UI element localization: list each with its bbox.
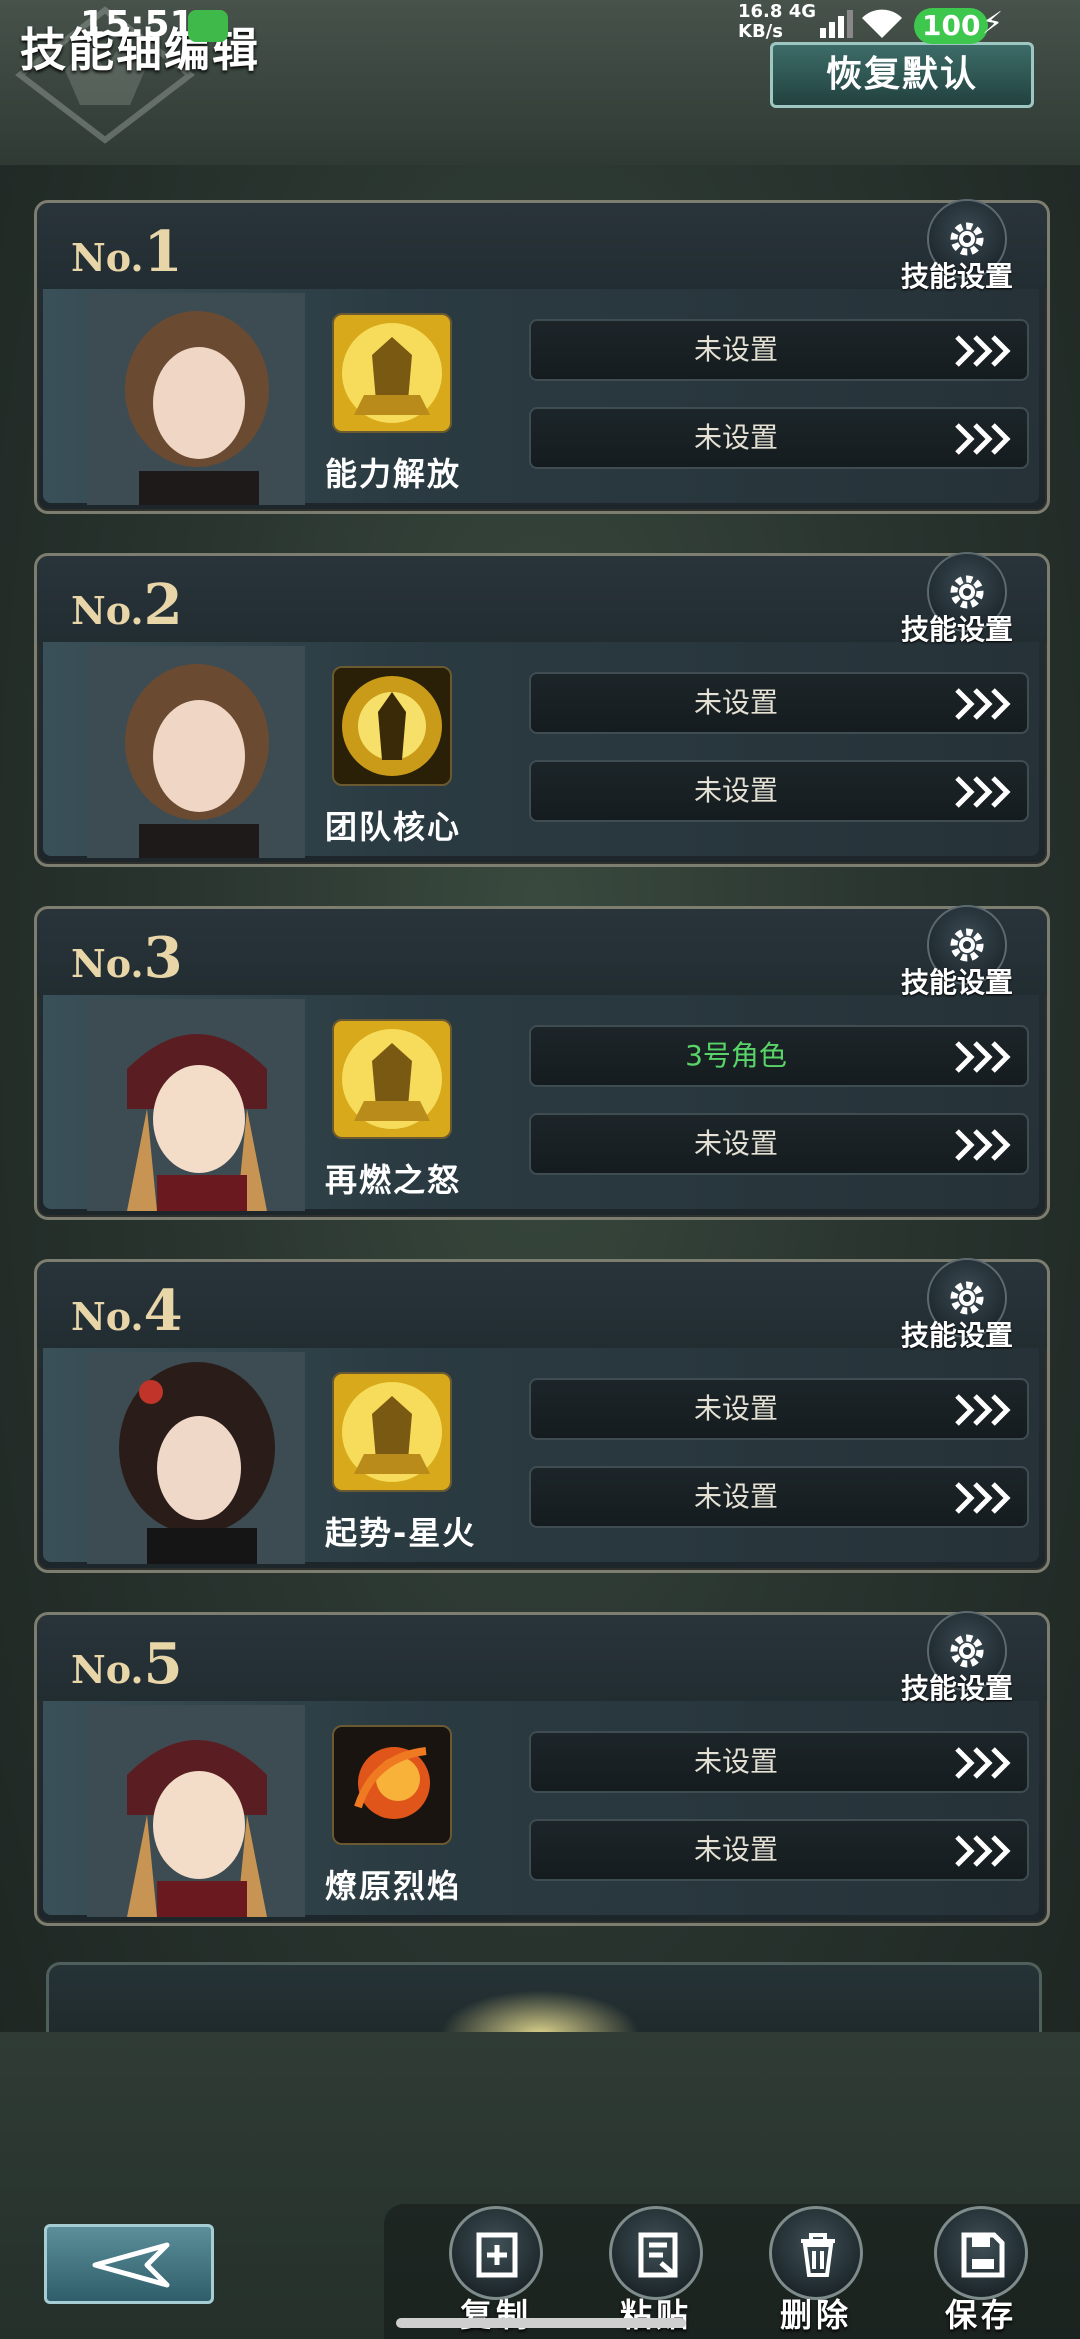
- triple-chevron-icon: [955, 1129, 1011, 1161]
- slot-1[interactable]: 未设置: [529, 319, 1029, 381]
- copy-circle: [449, 2206, 543, 2300]
- save-circle: [934, 2206, 1028, 2300]
- slot-value: 未设置: [693, 1745, 778, 1778]
- card-header: [37, 909, 1047, 995]
- card-header: [37, 1262, 1047, 1348]
- card-header: [37, 556, 1047, 642]
- slot-2[interactable]: 未设置: [529, 407, 1029, 469]
- slot-value: 未设置: [693, 1392, 778, 1425]
- card-header: [37, 1615, 1047, 1701]
- slot-1[interactable]: 未设置: [529, 672, 1029, 734]
- slot-value: 未设置: [693, 686, 778, 719]
- triple-chevron-icon: [955, 776, 1011, 808]
- skill-name: 起势-星火: [325, 1514, 477, 1552]
- slot-value: 未设置: [693, 1127, 778, 1160]
- character-portrait[interactable]: [87, 999, 305, 1211]
- trash-icon: [801, 2233, 835, 2277]
- cell-signal-icon: [820, 10, 853, 38]
- save-label: 保存: [944, 2296, 1017, 2334]
- slot-1[interactable]: 3号角色: [529, 1025, 1029, 1087]
- card-number: No.3: [71, 925, 183, 991]
- back-button[interactable]: [44, 2224, 214, 2304]
- skill-settings-label[interactable]: 技能设置: [901, 1667, 1013, 1707]
- slot-2[interactable]: 未设置: [529, 1819, 1029, 1881]
- slot-2[interactable]: 未设置: [529, 760, 1029, 822]
- golden-warrior-icon[interactable]: [332, 1372, 452, 1492]
- slot-value: 未设置: [693, 333, 778, 366]
- slot-2[interactable]: 未设置: [529, 1113, 1029, 1175]
- skill-card-1: No.1 技能设置 能力解放 未设置 未设置: [34, 199, 1050, 514]
- net-speed-unit: KB/s: [738, 21, 783, 42]
- triple-chevron-icon: [955, 1394, 1011, 1426]
- paste-icon: [638, 2232, 678, 2278]
- charging-icon: ⚡: [982, 6, 1004, 41]
- skill-name: 再燃之怒: [325, 1161, 462, 1199]
- delete-label: 删除: [779, 2296, 852, 2334]
- skill-card-2: No.2 技能设置 团队核心 未设置 未设置: [34, 552, 1050, 867]
- restore-default-button[interactable]: 恢复默认: [770, 42, 1034, 108]
- triple-chevron-icon: [955, 1747, 1011, 1779]
- character-portrait[interactable]: [87, 1352, 305, 1564]
- battery-indicator: 100: [914, 8, 989, 44]
- glow-decoration: [440, 1990, 640, 2034]
- home-indicator[interactable]: [396, 2318, 686, 2328]
- net-type: 4G: [788, 1, 817, 22]
- skill-card-3: No.3 技能设置 再燃之怒 3号角色 未设置: [34, 905, 1050, 1220]
- card-number: No.1: [71, 219, 183, 285]
- triple-chevron-icon: [955, 423, 1011, 455]
- network-speed: 16.8 4G KB/s: [738, 2, 816, 42]
- golden-aura-icon[interactable]: [332, 666, 452, 786]
- slot-value: 未设置: [693, 1833, 778, 1866]
- slot-value: 未设置: [693, 1480, 778, 1513]
- triple-chevron-icon: [955, 1041, 1011, 1073]
- triple-chevron-icon: [955, 335, 1011, 367]
- save-button[interactable]: 保存: [926, 2206, 1036, 2336]
- fireball-icon[interactable]: [332, 1725, 452, 1845]
- skill-name: 能力解放: [325, 455, 462, 493]
- skill-settings-label[interactable]: 技能设置: [901, 608, 1013, 648]
- slot-1[interactable]: 未设置: [529, 1378, 1029, 1440]
- copy-icon: [476, 2232, 518, 2278]
- skill-name: 团队核心: [325, 808, 462, 846]
- skill-card-5: No.5 技能设置 燎原烈焰 未设置 未设置: [34, 1611, 1050, 1926]
- golden-warrior-icon[interactable]: [332, 1019, 452, 1139]
- copy-button[interactable]: 复制: [441, 2206, 551, 2336]
- slot-2[interactable]: 未设置: [529, 1466, 1029, 1528]
- paste-circle: [609, 2206, 703, 2300]
- skill-settings-label[interactable]: 技能设置: [901, 961, 1013, 1001]
- delete-circle: [769, 2206, 863, 2300]
- character-portrait[interactable]: [87, 646, 305, 858]
- character-portrait[interactable]: [87, 293, 305, 505]
- delete-button[interactable]: 删除: [761, 2206, 871, 2336]
- status-bar: 15:51 16.8 4G KB/s 100 ⚡: [0, 0, 1080, 50]
- card-header: [37, 203, 1047, 289]
- card-number: No.4: [71, 1278, 183, 1344]
- save-icon: [961, 2232, 1005, 2278]
- copy-label: 复制: [459, 2296, 532, 2334]
- skill-name: 燎原烈焰: [325, 1867, 462, 1905]
- paste-button[interactable]: 粘贴: [601, 2206, 711, 2336]
- card-number: No.5: [71, 1631, 183, 1697]
- golden-warrior-icon[interactable]: [332, 313, 452, 433]
- triple-chevron-icon: [955, 688, 1011, 720]
- character-portrait[interactable]: [87, 1705, 305, 1917]
- slot-value: 未设置: [693, 774, 778, 807]
- wifi-icon: [862, 9, 902, 38]
- skill-settings-label[interactable]: 技能设置: [901, 255, 1013, 295]
- wechat-notification-icon: [188, 10, 228, 42]
- slot-value: 未设置: [693, 421, 778, 454]
- slot-value: 3号角色: [685, 1039, 787, 1072]
- back-arrow-icon: [92, 2242, 170, 2288]
- slot-1[interactable]: 未设置: [529, 1731, 1029, 1793]
- skill-settings-label[interactable]: 技能设置: [901, 1314, 1013, 1354]
- card-number: No.2: [71, 572, 183, 638]
- paste-label: 粘贴: [619, 2296, 692, 2334]
- skill-card-4: No.4 技能设置 起势-星火 未设置 未设置: [34, 1258, 1050, 1573]
- triple-chevron-icon: [955, 1835, 1011, 1867]
- triple-chevron-icon: [955, 1482, 1011, 1514]
- status-time: 15:51: [80, 4, 195, 45]
- net-speed-value: 16.8: [738, 1, 783, 22]
